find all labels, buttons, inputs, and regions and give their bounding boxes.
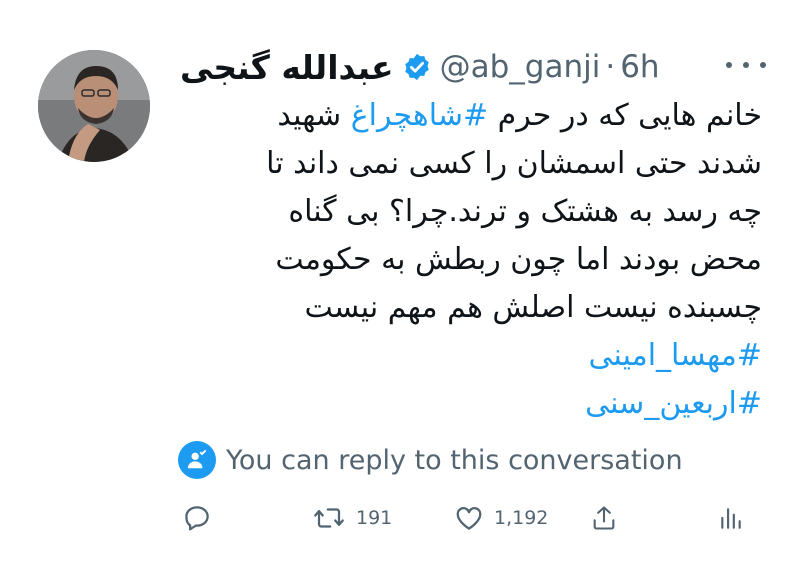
retweet-count: 191: [356, 507, 393, 529]
author-display-name[interactable]: عبدالله گنجی: [180, 48, 394, 87]
tweet-text-segment: خانم هایی که در حرم: [488, 98, 762, 133]
verified-badge-icon: [402, 52, 432, 82]
tweet-timestamp[interactable]: 6h: [620, 49, 659, 85]
share-button[interactable]: [590, 498, 618, 538]
like-icon: [454, 503, 484, 533]
tweet-line: خانم هایی که در حرم #شاهچراغ شهید: [172, 92, 762, 140]
reply-permission-notice: You can reply to this conversation: [178, 440, 683, 480]
tweet-line: چه رسد به هشتک و ترند.چرا؟ بی گناه: [288, 194, 762, 229]
like-button[interactable]: 1,192: [454, 498, 548, 538]
hashtag-link[interactable]: #شاهچراغ: [351, 98, 488, 133]
reply-notice-text: You can reply to this conversation: [226, 444, 683, 476]
reply-icon: [182, 503, 212, 533]
retweet-icon: [312, 503, 346, 533]
retweet-button[interactable]: 191: [312, 498, 392, 538]
tweet-text: خانم هایی که در حرم #شاهچراغ شهید شدند ح…: [172, 92, 762, 428]
tweet-text-segment: شهید: [277, 98, 351, 133]
analytics-icon: [718, 503, 744, 533]
avatar[interactable]: [38, 50, 150, 162]
separator-dot: ·: [605, 49, 616, 85]
tweet-line: چسبنده نیست اصلش هم مهم نیست: [304, 290, 762, 325]
analytics-button[interactable]: [718, 498, 744, 538]
mention-person-icon: [178, 441, 216, 479]
action-bar: 191 1,192: [180, 498, 750, 538]
share-icon: [590, 503, 618, 533]
tweet-line: محض بودند اما چون ربطش به حکومت: [275, 242, 762, 277]
hashtag-link[interactable]: #مهسا_امینی: [589, 338, 762, 373]
hashtag-link[interactable]: #اربعین_سنی: [585, 386, 762, 421]
more-options-icon[interactable]: [726, 50, 766, 80]
like-count: 1,192: [494, 507, 549, 529]
tweet-line: شدند حتی اسمشان را کسی نمی داند تا: [266, 146, 762, 181]
reply-button[interactable]: [182, 498, 212, 538]
author-handle[interactable]: @ab_ganji: [440, 49, 601, 85]
tweet-header: عبدالله گنجی @ab_ganji · 6h: [180, 44, 660, 90]
avatar-photo: [38, 50, 150, 162]
